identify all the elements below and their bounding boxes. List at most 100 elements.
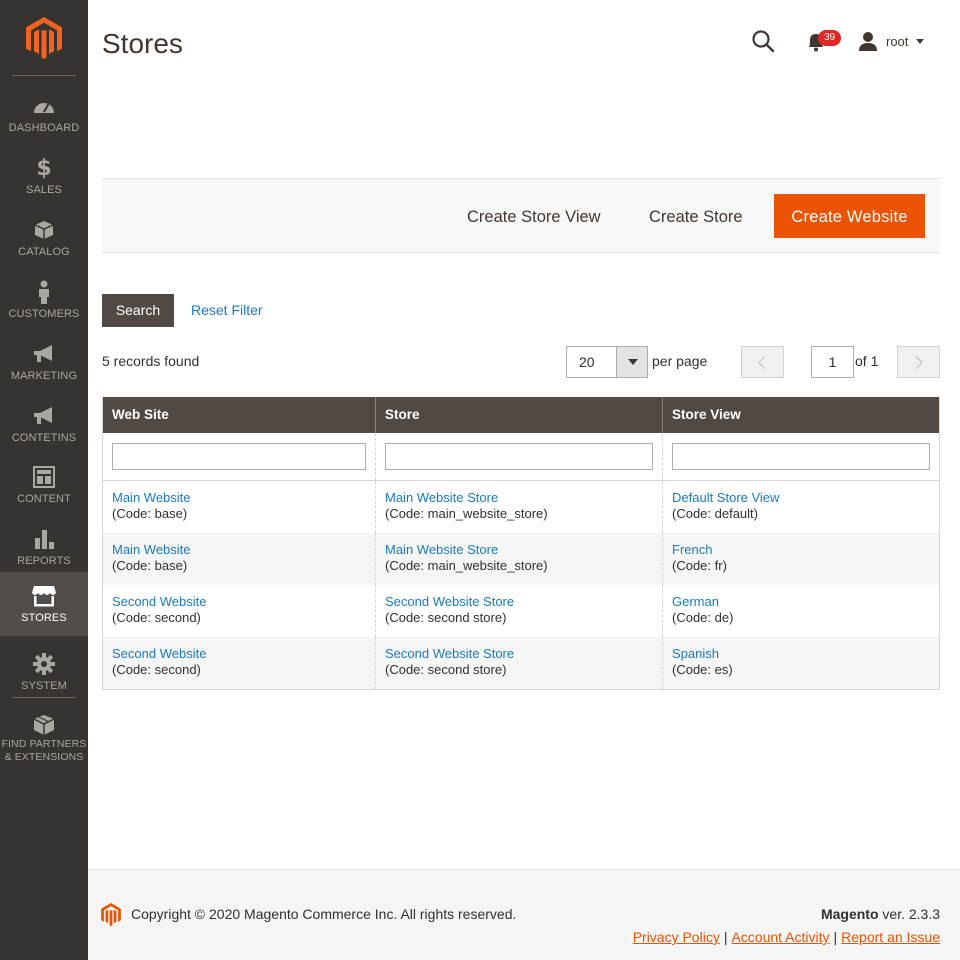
store-view-link[interactable]: Spanish xyxy=(672,646,930,662)
user-account-menu[interactable]: root xyxy=(858,29,925,53)
store-cell: Second Website Store (Code: second store… xyxy=(376,637,663,689)
web-site-link[interactable]: Main Website xyxy=(112,542,366,558)
sidebar-divider xyxy=(12,75,76,76)
store-view-code: (Code: default) xyxy=(672,506,758,521)
sidebar-item-stores[interactable]: STORES xyxy=(0,572,88,636)
store-view-cell: French (Code: fr) xyxy=(663,533,939,585)
web-site-cell: Second Website (Code: second) xyxy=(103,585,376,637)
store-link[interactable]: Second Website Store xyxy=(385,594,653,610)
sidebar-item-label: REPORTS xyxy=(17,555,71,567)
sidebar-item-catalog[interactable]: CATALOG xyxy=(0,210,88,272)
sidebar-item-contetins[interactable]: CONTETINS xyxy=(0,396,88,458)
store-view-link[interactable]: German xyxy=(672,594,930,610)
store-view-code: (Code: es) xyxy=(672,662,733,677)
store-view-cell: Spanish (Code: es) xyxy=(663,637,939,689)
per-page-value: 20 xyxy=(579,354,595,370)
web-site-filter-input[interactable] xyxy=(112,443,366,470)
sidebar-item-dashboard[interactable]: DASHBOARD xyxy=(0,86,88,148)
sidebar-item-label: FIND PARTNERS & EXTENSIONS xyxy=(1,738,87,763)
user-name: root xyxy=(886,33,909,49)
version-number: ver. 2.3.3 xyxy=(878,906,940,922)
store-link[interactable]: Second Website Store xyxy=(385,646,653,662)
sidebar-item-content[interactable]: CONTENT xyxy=(0,457,88,519)
store-code: (Code: main_website_store) xyxy=(385,506,548,521)
store-link[interactable]: Main Website Store xyxy=(385,542,653,558)
filter-cell xyxy=(376,433,663,480)
sidebar-item-label: SYSTEM xyxy=(21,680,67,692)
layout-icon xyxy=(29,464,59,490)
create-store-button[interactable]: Create Store xyxy=(635,195,757,239)
store-view-cell: Default Store View (Code: default) xyxy=(663,481,939,533)
store-cell: Main Website Store (Code: main_website_s… xyxy=(376,481,663,533)
search-icon xyxy=(752,30,775,53)
web-site-cell: Main Website (Code: base) xyxy=(103,533,376,585)
table-row: Second Website (Code: second) Second Web… xyxy=(103,637,939,689)
megaphone-icon xyxy=(29,341,59,367)
sidebar-item-label: MARKETING xyxy=(10,370,78,382)
bar-chart-icon xyxy=(29,526,59,552)
admin-sidebar: DASHBOARD $ SALES CATALOG CUSTOMERS MARK… xyxy=(0,0,88,960)
table-row: Second Website (Code: second) Second Web… xyxy=(103,585,939,637)
user-icon xyxy=(859,32,877,51)
store-filter-input[interactable] xyxy=(385,443,653,470)
global-search-button[interactable] xyxy=(750,28,776,54)
total-pages-label: of 1 xyxy=(855,353,879,369)
chevron-down-icon xyxy=(916,38,925,44)
records-found-count: 5 records found xyxy=(102,353,200,369)
web-site-link[interactable]: Main Website xyxy=(112,490,366,506)
magento-logo-icon[interactable] xyxy=(0,0,88,76)
sidebar-divider xyxy=(12,697,76,698)
link-separator: | xyxy=(723,929,728,945)
page-actions-bar: Create Store View Create Store Create We… xyxy=(102,178,940,253)
create-store-view-button[interactable]: Create Store View xyxy=(453,195,615,239)
current-page-input[interactable]: 1 xyxy=(811,346,854,378)
column-header-web-site[interactable]: Web Site xyxy=(103,397,376,433)
filter-cell xyxy=(103,433,376,480)
store-view-filter-input[interactable] xyxy=(672,443,930,470)
web-site-link[interactable]: Second Website xyxy=(112,594,366,610)
megaphone-icon xyxy=(29,403,59,429)
create-website-button[interactable]: Create Website xyxy=(774,194,925,238)
store-link[interactable]: Main Website Store xyxy=(385,490,653,506)
version-info: Magento ver. 2.3.3 xyxy=(821,906,940,922)
sidebar-item-label: SALES xyxy=(26,184,62,196)
sidebar-item-label: CONTENT xyxy=(17,493,71,505)
copyright-text: Copyright © 2020 Magento Commerce Inc. A… xyxy=(131,906,517,922)
brand-name: Magento xyxy=(820,906,879,922)
search-button[interactable]: Search xyxy=(102,294,174,327)
store-view-code: (Code: fr) xyxy=(672,558,727,573)
column-header-store[interactable]: Store xyxy=(376,397,663,433)
next-page-button[interactable] xyxy=(897,346,940,378)
sidebar-item-label: DASHBOARD xyxy=(8,122,80,134)
store-cell: Second Website Store (Code: second store… xyxy=(376,585,663,637)
web-site-code: (Code: base) xyxy=(112,506,188,521)
store-view-code: (Code: de) xyxy=(672,610,734,625)
person-icon xyxy=(29,279,59,305)
chevron-down-icon[interactable] xyxy=(616,347,647,377)
store-view-cell: German (Code: de) xyxy=(663,585,939,637)
previous-page-button[interactable] xyxy=(741,346,784,378)
sidebar-item-marketing[interactable]: MARKETING xyxy=(0,334,88,396)
link-separator: | xyxy=(833,929,838,945)
reset-filter-link[interactable]: Reset Filter xyxy=(191,302,263,318)
report-issue-link[interactable]: Report an Issue xyxy=(841,929,940,945)
account-activity-link[interactable]: Account Activity xyxy=(731,929,829,945)
cube-icon xyxy=(29,712,59,738)
stores-grid: Web Site Store Store View Main Website (… xyxy=(102,397,940,690)
sidebar-item-label: CATALOG xyxy=(18,246,70,258)
privacy-policy-link[interactable]: Privacy Policy xyxy=(633,929,720,945)
store-code: (Code: second store) xyxy=(385,662,507,677)
sidebar-item-find-partners[interactable]: FIND PARTNERS & EXTENSIONS xyxy=(0,705,88,767)
table-row: Main Website (Code: base) Main Website S… xyxy=(103,533,939,585)
store-view-link[interactable]: French xyxy=(672,542,930,558)
web-site-link[interactable]: Second Website xyxy=(112,646,366,662)
notifications-count-badge: 39 xyxy=(818,30,841,46)
per-page-select[interactable]: 20 xyxy=(566,346,648,378)
sidebar-item-label: CONTETINS xyxy=(11,432,77,444)
per-page-label: per page xyxy=(652,353,708,369)
web-site-cell: Second Website (Code: second) xyxy=(103,637,376,689)
sidebar-item-customers[interactable]: CUSTOMERS xyxy=(0,272,88,334)
sidebar-item-sales[interactable]: $ SALES xyxy=(0,148,88,210)
store-view-link[interactable]: Default Store View xyxy=(672,490,930,506)
column-header-store-view[interactable]: Store View xyxy=(663,397,939,433)
